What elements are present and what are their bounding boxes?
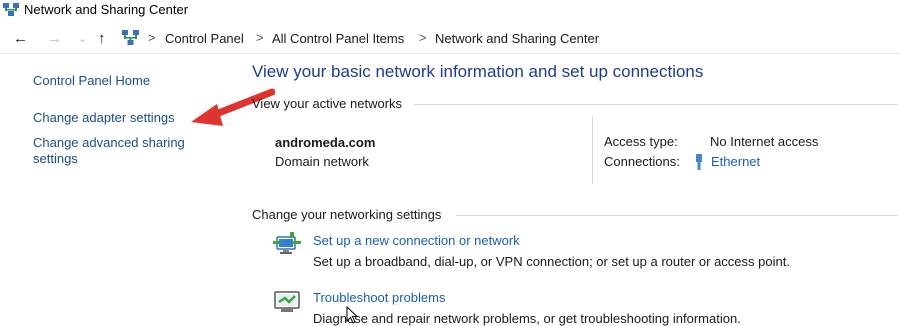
- troubleshoot-problems-link[interactable]: Troubleshoot problems: [313, 290, 445, 305]
- breadcrumb-control-panel[interactable]: Control Panel: [165, 31, 244, 46]
- network-name: andromeda.com: [275, 135, 376, 150]
- network-setup-icon: [273, 232, 301, 254]
- sidebar-item-change-adapter-settings[interactable]: Change adapter settings: [33, 110, 175, 126]
- sidebar-item-control-panel-home[interactable]: Control Panel Home: [33, 73, 150, 89]
- access-type-value: No Internet access: [710, 134, 819, 149]
- network-center-icon: [3, 3, 19, 16]
- address-bar-divider: [0, 53, 900, 54]
- ethernet-icon: [696, 154, 702, 170]
- address-bar: ← → ⌄ ↑ > Control Panel > All Control Pa…: [0, 26, 900, 52]
- network-category: Domain network: [275, 154, 369, 169]
- window-title: Network and Sharing Center: [24, 2, 189, 17]
- ethernet-connection-link[interactable]: Ethernet: [711, 154, 760, 169]
- recent-dropdown-icon[interactable]: ⌄: [78, 32, 87, 45]
- access-type-label: Access type:: [604, 134, 678, 149]
- sidebar-item-advanced-sharing-line2[interactable]: settings: [33, 151, 78, 167]
- setup-connection-description: Set up a broadband, dial-up, or VPN conn…: [313, 254, 790, 269]
- column-divider: [592, 116, 593, 184]
- breadcrumb-network-center[interactable]: Network and Sharing Center: [435, 31, 599, 46]
- up-button[interactable]: ↑: [98, 30, 106, 47]
- page-title: View your basic network information and …: [252, 62, 704, 81]
- breadcrumb-separator: >: [256, 30, 264, 45]
- breadcrumb-separator: >: [148, 30, 156, 45]
- troubleshoot-icon: [274, 291, 300, 312]
- active-networks-header: View your active networks: [252, 96, 403, 111]
- breadcrumb-separator: >: [419, 30, 427, 45]
- section-divider: [414, 104, 898, 105]
- breadcrumb-all-items[interactable]: All Control Panel Items: [272, 31, 404, 46]
- forward-button[interactable]: →: [47, 30, 62, 47]
- title-bar: Network and Sharing Center: [0, 0, 900, 22]
- section-divider: [456, 215, 898, 216]
- mouse-cursor-icon: [346, 306, 358, 324]
- sidebar-item-advanced-sharing-line1[interactable]: Change advanced sharing: [33, 135, 185, 151]
- back-button[interactable]: ←: [13, 30, 28, 47]
- change-settings-header: Change your networking settings: [252, 207, 442, 222]
- control-panel-icon: [122, 30, 139, 45]
- connections-label: Connections:: [604, 154, 680, 169]
- setup-connection-link[interactable]: Set up a new connection or network: [313, 233, 520, 248]
